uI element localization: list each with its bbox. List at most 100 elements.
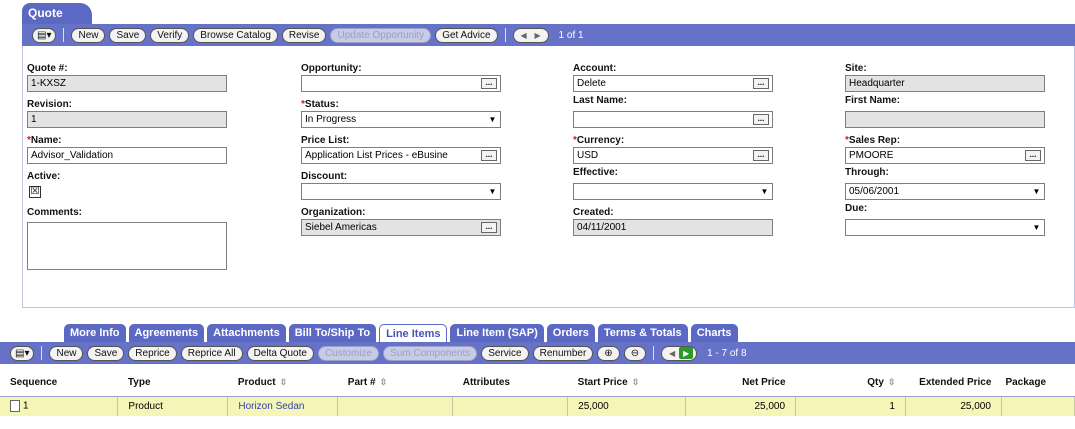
- sales-rep-pick-button[interactable]: ...: [1025, 150, 1041, 161]
- revision-field[interactable]: 1: [27, 111, 227, 128]
- column-header-extended-price[interactable]: Extended Price: [905, 370, 1002, 397]
- last-name-field[interactable]: ...: [573, 111, 773, 128]
- tab-line-item-sap[interactable]: Line Item (SAP): [450, 324, 544, 342]
- customize-button[interactable]: Customize: [317, 345, 380, 361]
- toolbar-separator: [504, 28, 506, 42]
- browse-catalog-button[interactable]: Browse Catalog: [193, 27, 278, 43]
- column-header-qty[interactable]: Qty ⇳: [795, 370, 906, 397]
- cell-type[interactable]: Product: [117, 396, 229, 416]
- currency-pick-button[interactable]: ...: [753, 150, 769, 161]
- tab-attachments[interactable]: Attachments: [207, 324, 286, 342]
- toolbar-separator: [653, 346, 655, 360]
- opportunity-field[interactable]: ...: [301, 75, 501, 92]
- first-name-field[interactable]: [845, 111, 1045, 128]
- expand-all-icon[interactable]: ⊕: [597, 345, 620, 361]
- column-header-net-price[interactable]: Net Price: [685, 370, 796, 397]
- column-header-attributes[interactable]: Attributes: [452, 370, 568, 397]
- due-select[interactable]: ▼: [845, 219, 1045, 236]
- list-menu-button[interactable]: ▤▾: [10, 345, 35, 361]
- update-opportunity-button[interactable]: Update Opportunity: [330, 27, 432, 43]
- sales-rep-label: *Sales Rep:: [845, 135, 901, 146]
- new-button[interactable]: New: [71, 27, 106, 43]
- name-field[interactable]: Advisor_Validation: [27, 147, 227, 164]
- chevron-down-icon[interactable]: ▼: [760, 187, 769, 196]
- sort-icon[interactable]: ⇳: [280, 377, 288, 388]
- account-field[interactable]: Delete...: [573, 75, 773, 92]
- active-checkbox[interactable]: ☒: [29, 186, 41, 198]
- sum-components-button[interactable]: Sum Components: [383, 345, 478, 361]
- cell-net-price[interactable]: 25,000: [685, 396, 797, 416]
- organization-pick-button[interactable]: ...: [481, 222, 497, 233]
- column-header-type[interactable]: Type: [117, 370, 228, 397]
- cell-product-link[interactable]: Horizon Sedan: [227, 396, 339, 416]
- tab-charts[interactable]: Charts: [690, 324, 738, 342]
- save-button[interactable]: Save: [109, 27, 147, 43]
- cell-part-number[interactable]: [337, 396, 454, 416]
- column-header-package[interactable]: Package: [1001, 370, 1075, 397]
- get-advice-button[interactable]: Get Advice: [435, 27, 498, 43]
- cell-sequence[interactable]: 1: [0, 396, 119, 416]
- currency-label: *Currency:: [573, 135, 625, 146]
- line-new-button[interactable]: New: [49, 345, 84, 361]
- opportunity-label: Opportunity:: [301, 63, 362, 74]
- tab-more-info[interactable]: More Info: [64, 324, 126, 342]
- sales-rep-field[interactable]: PMOORE...: [845, 147, 1045, 164]
- next-page-icon[interactable]: ▶: [679, 347, 694, 359]
- site-label: Site:: [845, 63, 867, 74]
- chevron-down-icon[interactable]: ▼: [488, 115, 497, 124]
- next-record-icon[interactable]: ▶: [531, 29, 545, 41]
- last-name-pick-button[interactable]: ...: [753, 114, 769, 125]
- effective-select[interactable]: ▼: [573, 183, 773, 200]
- column-header-sequence[interactable]: Sequence: [0, 370, 118, 397]
- organization-field[interactable]: Siebel Americas...: [301, 219, 501, 236]
- due-label: Due:: [845, 203, 868, 214]
- tab-line-items[interactable]: Line Items: [379, 324, 448, 342]
- site-field[interactable]: Headquarter: [845, 75, 1045, 92]
- record-nav: ◀ ▶: [512, 27, 549, 43]
- status-select[interactable]: In Progress ▼: [301, 111, 501, 128]
- tab-agreements[interactable]: Agreements: [128, 324, 205, 342]
- renumber-button[interactable]: Renumber: [532, 345, 594, 361]
- tab-bill-to-ship-to[interactable]: Bill To/Ship To: [288, 324, 377, 342]
- delta-quote-button[interactable]: Delta Quote: [246, 345, 314, 361]
- cell-package[interactable]: [1001, 396, 1075, 416]
- comments-textarea[interactable]: [27, 222, 227, 270]
- quote-number-field[interactable]: 1-KXSZ: [27, 75, 227, 92]
- created-field[interactable]: 04/11/2001: [573, 219, 773, 236]
- column-header-part-number[interactable]: Part # ⇳: [337, 370, 453, 397]
- through-select[interactable]: 05/06/2001 ▼: [845, 183, 1045, 200]
- table-row[interactable]: 1 Product Horizon Sedan 25,000 25,000 1 …: [0, 396, 1075, 416]
- cell-start-price[interactable]: 25,000: [567, 396, 687, 416]
- tab-terms-totals[interactable]: Terms & Totals: [597, 324, 688, 342]
- quote-menu-button[interactable]: ▤▾: [32, 27, 57, 43]
- sort-icon[interactable]: ⇳: [888, 377, 896, 388]
- opportunity-pick-button[interactable]: ...: [481, 78, 497, 89]
- form-column-2: Opportunity: ... *Status: In Progress ▼ P…: [301, 62, 501, 242]
- cell-qty[interactable]: 1: [795, 396, 906, 416]
- service-button[interactable]: Service: [481, 345, 529, 361]
- price-list-field[interactable]: Application List Prices - eBusine...: [301, 147, 501, 164]
- cell-extended-price[interactable]: 25,000: [905, 396, 1002, 416]
- sort-icon[interactable]: ⇳: [380, 377, 388, 388]
- currency-field[interactable]: USD...: [573, 147, 773, 164]
- collapse-all-icon[interactable]: ⊖: [623, 345, 647, 361]
- chevron-down-icon[interactable]: ▼: [1032, 187, 1041, 196]
- previous-record-icon[interactable]: ◀: [517, 29, 531, 41]
- sort-icon[interactable]: ⇳: [632, 377, 640, 388]
- account-pick-button[interactable]: ...: [753, 78, 769, 89]
- price-list-pick-button[interactable]: ...: [481, 150, 497, 161]
- chevron-down-icon[interactable]: ▼: [1032, 223, 1041, 232]
- tab-orders[interactable]: Orders: [546, 324, 595, 342]
- cell-attributes[interactable]: [452, 396, 569, 416]
- reprice-all-button[interactable]: Reprice All: [180, 345, 243, 361]
- line-save-button[interactable]: Save: [87, 345, 125, 361]
- form-column-1: Quote #: 1-KXSZ Revision: 1 *Name: Advis…: [27, 62, 227, 270]
- verify-button[interactable]: Verify: [150, 27, 190, 43]
- discount-select[interactable]: ▼: [301, 183, 501, 200]
- column-header-start-price[interactable]: Start Price ⇳: [567, 370, 686, 397]
- column-header-product[interactable]: Product ⇳: [227, 370, 338, 397]
- chevron-down-icon[interactable]: ▼: [488, 187, 497, 196]
- revise-button[interactable]: Revise: [281, 27, 327, 43]
- previous-page-icon[interactable]: ◀: [665, 347, 679, 359]
- reprice-button[interactable]: Reprice: [128, 345, 177, 361]
